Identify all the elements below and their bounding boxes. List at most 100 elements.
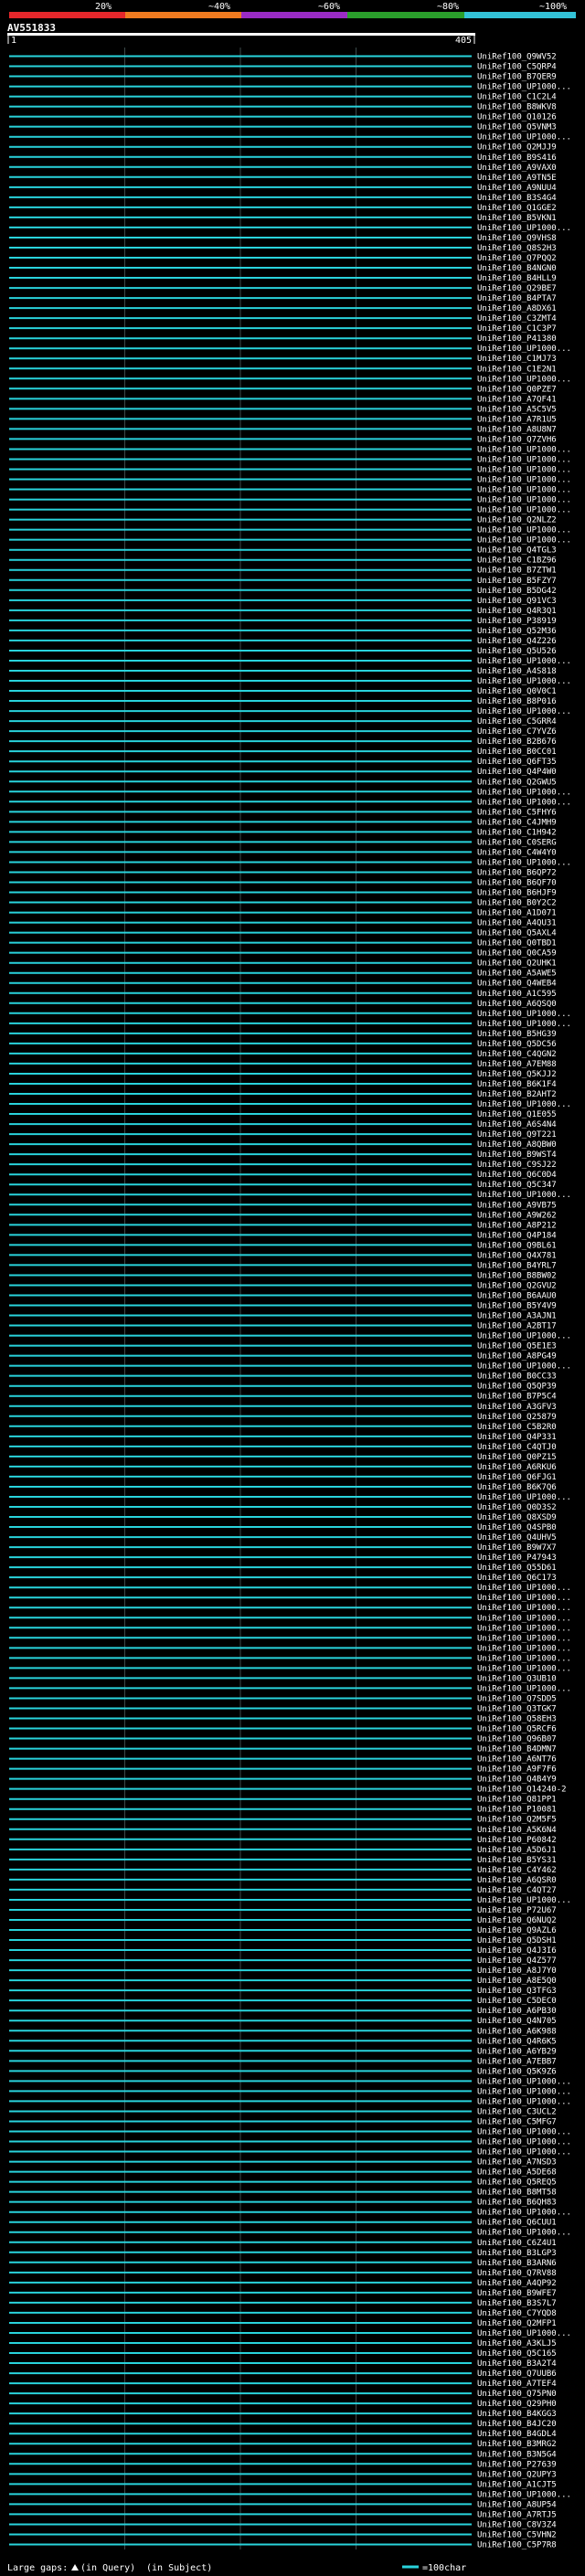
hit-label: UniRef100_A9W262 [477,1211,557,1220]
hit-label: UniRef100_B8MT58 [477,2189,557,2198]
hit-label: UniRef100_B0Y2C2 [477,899,557,908]
legend-footer: Large gaps: (in Query) (in Subject) =100… [7,2563,466,2573]
hit-label: UniRef100_A9VB75 [477,1201,557,1210]
hit-label: UniRef100_Q5C165 [477,2349,557,2359]
hit-label: UniRef100_UP1000... [477,2329,571,2338]
hit-label: UniRef100_B6AAU0 [477,1291,557,1300]
hit-label: UniRef100_A3AJN1 [477,1312,557,1321]
hit-label: UniRef100_Q75PN0 [477,2390,557,2399]
hit-label: UniRef100_B9W7X7 [477,1543,557,1553]
hit-label: UniRef100_A7TEF4 [477,2380,557,2389]
hit-label: UniRef100_Q14240-2 [477,1786,567,1795]
hit-label: UniRef100_B4YRL7 [477,1261,557,1270]
hit-label: UniRef100_B3LGP3 [477,2249,557,2258]
hit-label: UniRef100_Q4P331 [477,1433,557,1442]
hit-label: UniRef100_UP1000... [477,133,571,143]
hit-label: UniRef100_Q6FT35 [477,758,557,767]
hit-label: UniRef100_B6K7Q6 [477,1483,557,1492]
hit-label: UniRef100_A9VAX0 [477,164,557,173]
hit-label: UniRef100_Q8XSD9 [477,1513,557,1522]
hit-label: UniRef100_C5DEC0 [477,1997,557,2006]
hit-label: UniRef100_C1BZ96 [477,557,557,566]
hit-label: UniRef100_B0CC01 [477,747,557,757]
hit-label: UniRef100_UP1000... [477,2097,571,2106]
hit-label: UniRef100_A9TN5E [477,174,557,183]
hit-label: UniRef100_A5C5V5 [477,405,557,414]
hit-label: UniRef100_C5QRP4 [477,63,557,72]
hit-label: UniRef100_A8QBW0 [477,1140,557,1150]
hit-label: UniRef100_UP1000... [477,1604,571,1613]
hit-label: UniRef100_Q2GWU5 [477,778,557,787]
hit-label: UniRef100_UP1000... [477,486,571,495]
hit-label: UniRef100_P41380 [477,334,557,344]
hit-label: UniRef100_B3ARN6 [477,2259,557,2268]
hit-label: UniRef100_C4Y462 [477,1866,557,1875]
hit-label: UniRef100_A5DE68 [477,2168,557,2178]
hit-label: UniRef100_UP1000... [477,1584,571,1593]
hit-label: UniRef100_B7QER9 [477,73,557,82]
hit-label: UniRef100_B5VKN1 [477,214,557,223]
hit-label: UniRef100_UP1000... [477,707,571,716]
hit-label: UniRef100_Q1E055 [477,1110,557,1119]
hit-label: UniRef100_A4QU31 [477,919,557,928]
hit-label: UniRef100_Q5C347 [477,1181,557,1190]
hit-label: UniRef100_UP1000... [477,858,571,867]
hit-label: UniRef100_B7ZTW1 [477,567,557,576]
hit-label: UniRef100_Q4R3Q1 [477,607,557,616]
hit-label: UniRef100_B4PTA7 [477,294,557,303]
hit-label: UniRef100_Q5RCF6 [477,1725,557,1734]
hit-label: UniRef100_Q7SDD5 [477,1694,557,1703]
hit-label: UniRef100_B5HG39 [477,1030,557,1039]
hit-label: UniRef100_Q9T221 [477,1130,557,1140]
hit-label: UniRef100_C1H942 [477,828,557,837]
hit-label: UniRef100_A9NUU4 [477,184,557,193]
hit-label: UniRef100_Q5REQ5 [477,2178,557,2188]
hit-label: UniRef100_UP1000... [477,526,571,535]
hit-label: UniRef100_Q1GGE2 [477,204,557,213]
hit-label: UniRef100_B4JC20 [477,2420,557,2429]
hit-label: UniRef100_Q58EH3 [477,1715,557,1724]
hit-label: UniRef100_UP1000... [477,2490,571,2499]
query-gap-icon [71,2564,79,2571]
hit-label: UniRef100_UP1000... [477,1493,571,1502]
hit-label: UniRef100_A8U8N7 [477,425,557,434]
hit-label: UniRef100_UP1000... [477,2209,571,2218]
hit-label: UniRef100_Q6NUQ2 [477,1916,557,1925]
hit-label: UniRef100_Q2M5F5 [477,1816,557,1825]
hit-label: UniRef100_Q5DC56 [477,1040,557,1049]
hit-label: UniRef100_Q7RV88 [477,2269,557,2278]
hit-label: UniRef100_UP1000... [477,2077,571,2086]
hit-label: UniRef100_B4HLL9 [477,274,557,283]
hit-label: UniRef100_A7R1U5 [477,415,557,424]
alignment-hit-chart: UniRef100_Q9WV52UniRef100_C5QRP4UniRef10… [9,48,571,2549]
hit-label: UniRef100_C5P7R8 [477,2540,557,2549]
hit-label: UniRef100_C9SJ22 [477,1161,557,1170]
hit-label: UniRef100_Q9AZL6 [477,1926,557,1935]
hit-label: UniRef100_Q0V0C1 [477,687,557,696]
hit-label: UniRef100_Q6CUU1 [477,2219,557,2228]
hit-label: UniRef100_B4KGG3 [477,2410,557,2419]
hit-label: UniRef100_Q4Z577 [477,1956,557,1966]
hit-label: UniRef100_A8DX61 [477,304,557,313]
hit-label: UniRef100_UP1000... [477,2148,571,2157]
hit-label: UniRef100_A8J7Y0 [477,1966,557,1976]
hit-label: UniRef100_A6QSR0 [477,1876,557,1885]
hit-label: UniRef100_C5B2R0 [477,1423,557,1432]
hit-label: UniRef100_B3MRG2 [477,2440,557,2449]
hit-label: UniRef100_Q5AXL4 [477,929,557,938]
legend-query-gap-label: (in Query) [80,2563,135,2573]
hit-label: UniRef100_A7EBB7 [477,2057,557,2066]
hit-label: UniRef100_A6S4N4 [477,1120,557,1129]
hit-label: UniRef100_Q9BL61 [477,1241,557,1250]
hit-label: UniRef100_Q0PZ15 [477,1453,557,1462]
hit-label: UniRef100_A9F7F6 [477,1765,557,1775]
hit-label: UniRef100_C1C2L4 [477,93,557,102]
hit-label: UniRef100_C5VHN2 [477,2530,557,2539]
hit-label: UniRef100_UP1000... [477,677,571,686]
hit-label: UniRef100_B8WKV8 [477,103,557,112]
hit-label: UniRef100_UP1000... [477,1614,571,1623]
hit-label: UniRef100_A2BT17 [477,1322,557,1331]
hit-label: UniRef100_A4S818 [477,667,557,676]
hit-label: UniRef100_UP1000... [477,466,571,475]
hit-label: UniRef100_Q5KJJ2 [477,1070,557,1079]
